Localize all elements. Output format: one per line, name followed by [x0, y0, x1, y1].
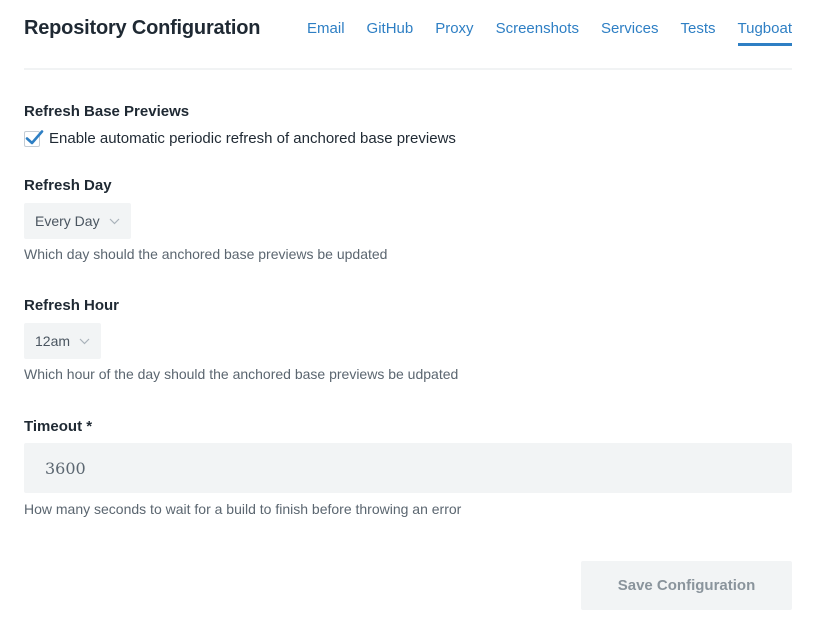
refresh-hour-label: Refresh Hour	[24, 297, 120, 314]
refresh-base-checkbox-row[interactable]: Enable automatic periodic refresh of anc…	[24, 129, 456, 147]
timeout-help: How many seconds to wait for a build to …	[24, 501, 462, 517]
tab-email[interactable]: Email	[307, 20, 345, 46]
page-title: Repository Configuration	[24, 17, 261, 39]
chevron-down-icon	[109, 218, 120, 224]
refresh-day-select[interactable]: Every Day	[24, 203, 131, 239]
refresh-hour-value: 12am	[35, 333, 71, 349]
refresh-day-help: Which day should the anchored base previ…	[24, 246, 388, 262]
page-header: Repository Configuration Email GitHub Pr…	[24, 0, 792, 70]
timeout-label: Timeout *	[24, 418, 93, 435]
refresh-base-checkbox-label: Enable automatic periodic refresh of anc…	[49, 130, 456, 147]
tab-services[interactable]: Services	[601, 20, 659, 46]
refresh-hour-select[interactable]: 12am	[24, 323, 102, 359]
chevron-down-icon	[79, 338, 90, 344]
config-tabs: Email GitHub Proxy Screenshots Services …	[307, 20, 792, 46]
refresh-base-label: Refresh Base Previews	[24, 103, 190, 120]
refresh-day-label: Refresh Day	[24, 177, 112, 194]
tab-github[interactable]: GitHub	[367, 20, 414, 46]
tab-proxy[interactable]: Proxy	[435, 20, 473, 46]
timeout-input[interactable]	[24, 443, 792, 493]
checkmark-icon	[25, 129, 44, 144]
refresh-hour-help: Which hour of the day should the anchore…	[24, 366, 459, 382]
save-configuration-button[interactable]: Save Configuration	[581, 561, 792, 610]
refresh-day-value: Every Day	[35, 213, 100, 229]
refresh-base-checkbox[interactable]	[24, 129, 44, 147]
tab-tugboat[interactable]: Tugboat	[737, 20, 792, 46]
tab-tests[interactable]: Tests	[680, 20, 715, 46]
tab-screenshots[interactable]: Screenshots	[496, 20, 579, 46]
